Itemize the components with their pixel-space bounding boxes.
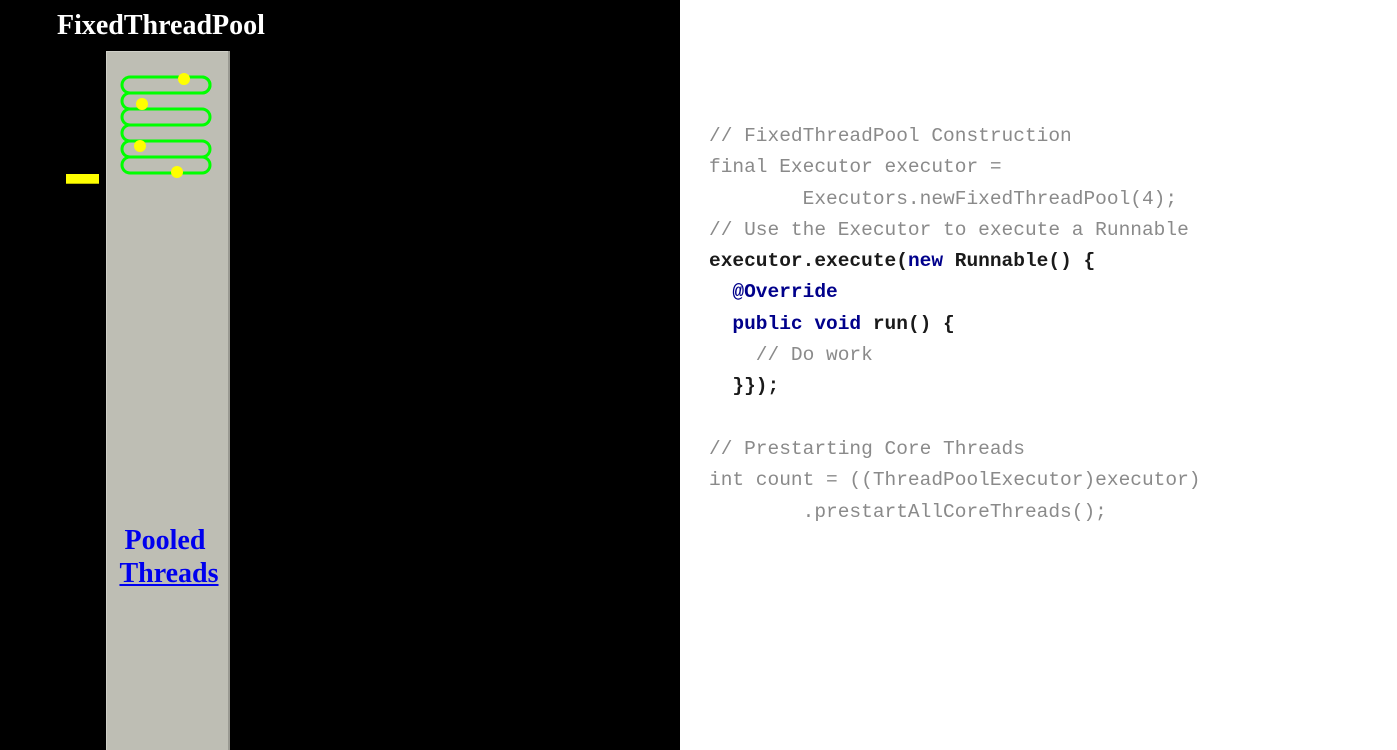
code-line: // FixedThreadPool Construction (709, 121, 1200, 152)
code-line: .prestartAllCoreThreads(); (709, 497, 1200, 528)
code-line: }}); (709, 371, 1200, 402)
code-line: public void run() { (709, 309, 1200, 340)
code-listing: // FixedThreadPool Construction final Exe… (709, 121, 1200, 528)
code-token: }}); (709, 375, 780, 398)
code-line: // Do work (709, 340, 1200, 371)
thread-dot-1 (178, 73, 190, 85)
code-token: .prestartAllCoreThreads(); (709, 500, 1107, 523)
thread-loop-path (120, 75, 212, 175)
thread-pool-panel (106, 51, 230, 750)
code-token: final Executor executor = (709, 156, 1002, 179)
code-token: // Do work (709, 344, 873, 367)
thread-dot-2 (136, 98, 148, 110)
thread-dot-4 (171, 166, 183, 178)
code-line: executor.execute(new Runnable() { (709, 246, 1200, 277)
thread-dot-3 (134, 140, 146, 152)
code-token: @Override (732, 281, 838, 304)
pooled-label-text: Pooled (124, 525, 206, 556)
code-token: // Prestarting Core Threads (709, 437, 1025, 460)
code-line: // Use the Executor to execute a Runnabl… (709, 215, 1200, 246)
code-token: new (907, 250, 944, 273)
code-token: void (814, 312, 862, 335)
task-queue-marker (66, 174, 99, 184)
page-title: FixedThreadPool (57, 10, 265, 41)
code-token: Executors.newFixedThreadPool(4); (709, 187, 1178, 210)
code-token: // Use the Executor to execute a Runnabl… (709, 218, 1189, 241)
code-line: // Prestarting Core Threads (709, 434, 1200, 465)
pooled-threads-label: Pooled Threads (112, 524, 226, 590)
code-token: public (732, 312, 803, 335)
animation-stage: FixedThreadPool Pooled Threads (0, 0, 680, 750)
code-line: @Override (709, 277, 1200, 308)
code-line: int count = ((ThreadPoolExecutor)executo… (709, 465, 1200, 496)
code-token: executor.execute( (709, 250, 908, 273)
pooled-threads-diagram (120, 73, 212, 178)
code-token: // FixedThreadPool Construction (709, 125, 1072, 147)
code-line: Executors.newFixedThreadPool(4); (709, 184, 1200, 215)
code-token: int count = ((ThreadPoolExecutor)executo… (709, 469, 1201, 492)
code-token: run() { (861, 312, 955, 335)
code-token: Runnable() { (943, 250, 1096, 273)
code-line: final Executor executor = (709, 152, 1200, 183)
threads-link[interactable]: Threads (112, 557, 226, 590)
